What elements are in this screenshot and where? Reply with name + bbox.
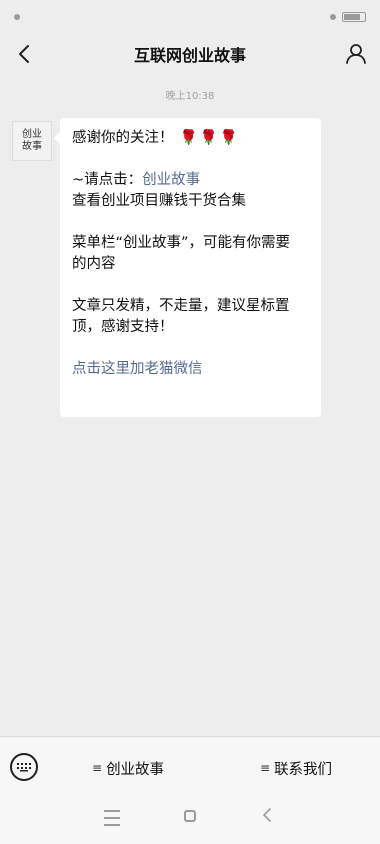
message-line: 点击这里加老猫微信 (72, 359, 309, 380)
message-line: 的内容 (72, 256, 116, 272)
message-line: 顶，感谢支持！ (72, 319, 174, 335)
signal-icon (330, 14, 336, 20)
menu-button-contact[interactable]: ≡ 联系我们 (260, 757, 332, 779)
menu-button-label: 创业故事 (106, 761, 165, 778)
avatar[interactable]: 创业 故事 (12, 121, 52, 161)
message-timestamp: 晚上10:38 (165, 91, 215, 102)
keyboard-icon[interactable] (10, 753, 38, 781)
profile-icon[interactable] (342, 40, 370, 68)
recent-apps-icon[interactable] (104, 810, 120, 826)
roses-emoji: 🌹🌹🌹 (179, 130, 240, 146)
menu-lines-icon: ≡ (260, 761, 271, 775)
avatar-line-1: 创业 (22, 129, 42, 140)
back-icon[interactable] (10, 40, 38, 68)
status-bar (0, 0, 380, 34)
chuangye-link[interactable]: 创业故事 (142, 172, 200, 188)
status-right (330, 12, 366, 22)
menu-button-label: 联系我们 (274, 761, 333, 778)
message-bubble: 感谢你的关注！ 🌹🌹🌹 ~请点击：创业故事 查看创业项目赚钱干货合集 菜单栏“创业… (54, 118, 321, 417)
message-line: ~请点击：创业故事 (72, 170, 309, 191)
wechat-contact-link[interactable]: 点击这里加老猫微信 (72, 361, 203, 377)
battery-icon (342, 12, 366, 22)
message-line: 文章只发精，不走量，建议星标置 (72, 298, 290, 314)
menu-lines-icon: ≡ (92, 761, 103, 775)
menu-button-chuangye[interactable]: ≡ 创业故事 (92, 757, 164, 779)
system-back-icon[interactable] (262, 808, 276, 826)
nav-bar: 互联网创业故事 (0, 34, 380, 74)
message-line: 菜单栏“创业故事”，可能有你需要 (72, 235, 291, 251)
message-line: 查看创业项目赚钱干货合集 (72, 193, 246, 209)
system-nav-bar (0, 798, 380, 844)
page-title: 互联网创业故事 (133, 46, 246, 65)
bottom-menu-bar: ≡ 创业故事 ≡ 联系我们 (0, 736, 380, 798)
message-line: 感谢你的关注！ 🌹🌹🌹 (72, 128, 309, 149)
message-prefix: ~请点击： (72, 172, 143, 188)
avatar-line-2: 故事 (22, 141, 42, 152)
home-icon[interactable] (184, 810, 196, 822)
message-greeting: 感谢你的关注！ (72, 130, 174, 146)
status-dot (14, 14, 20, 20)
status-left (14, 14, 20, 20)
